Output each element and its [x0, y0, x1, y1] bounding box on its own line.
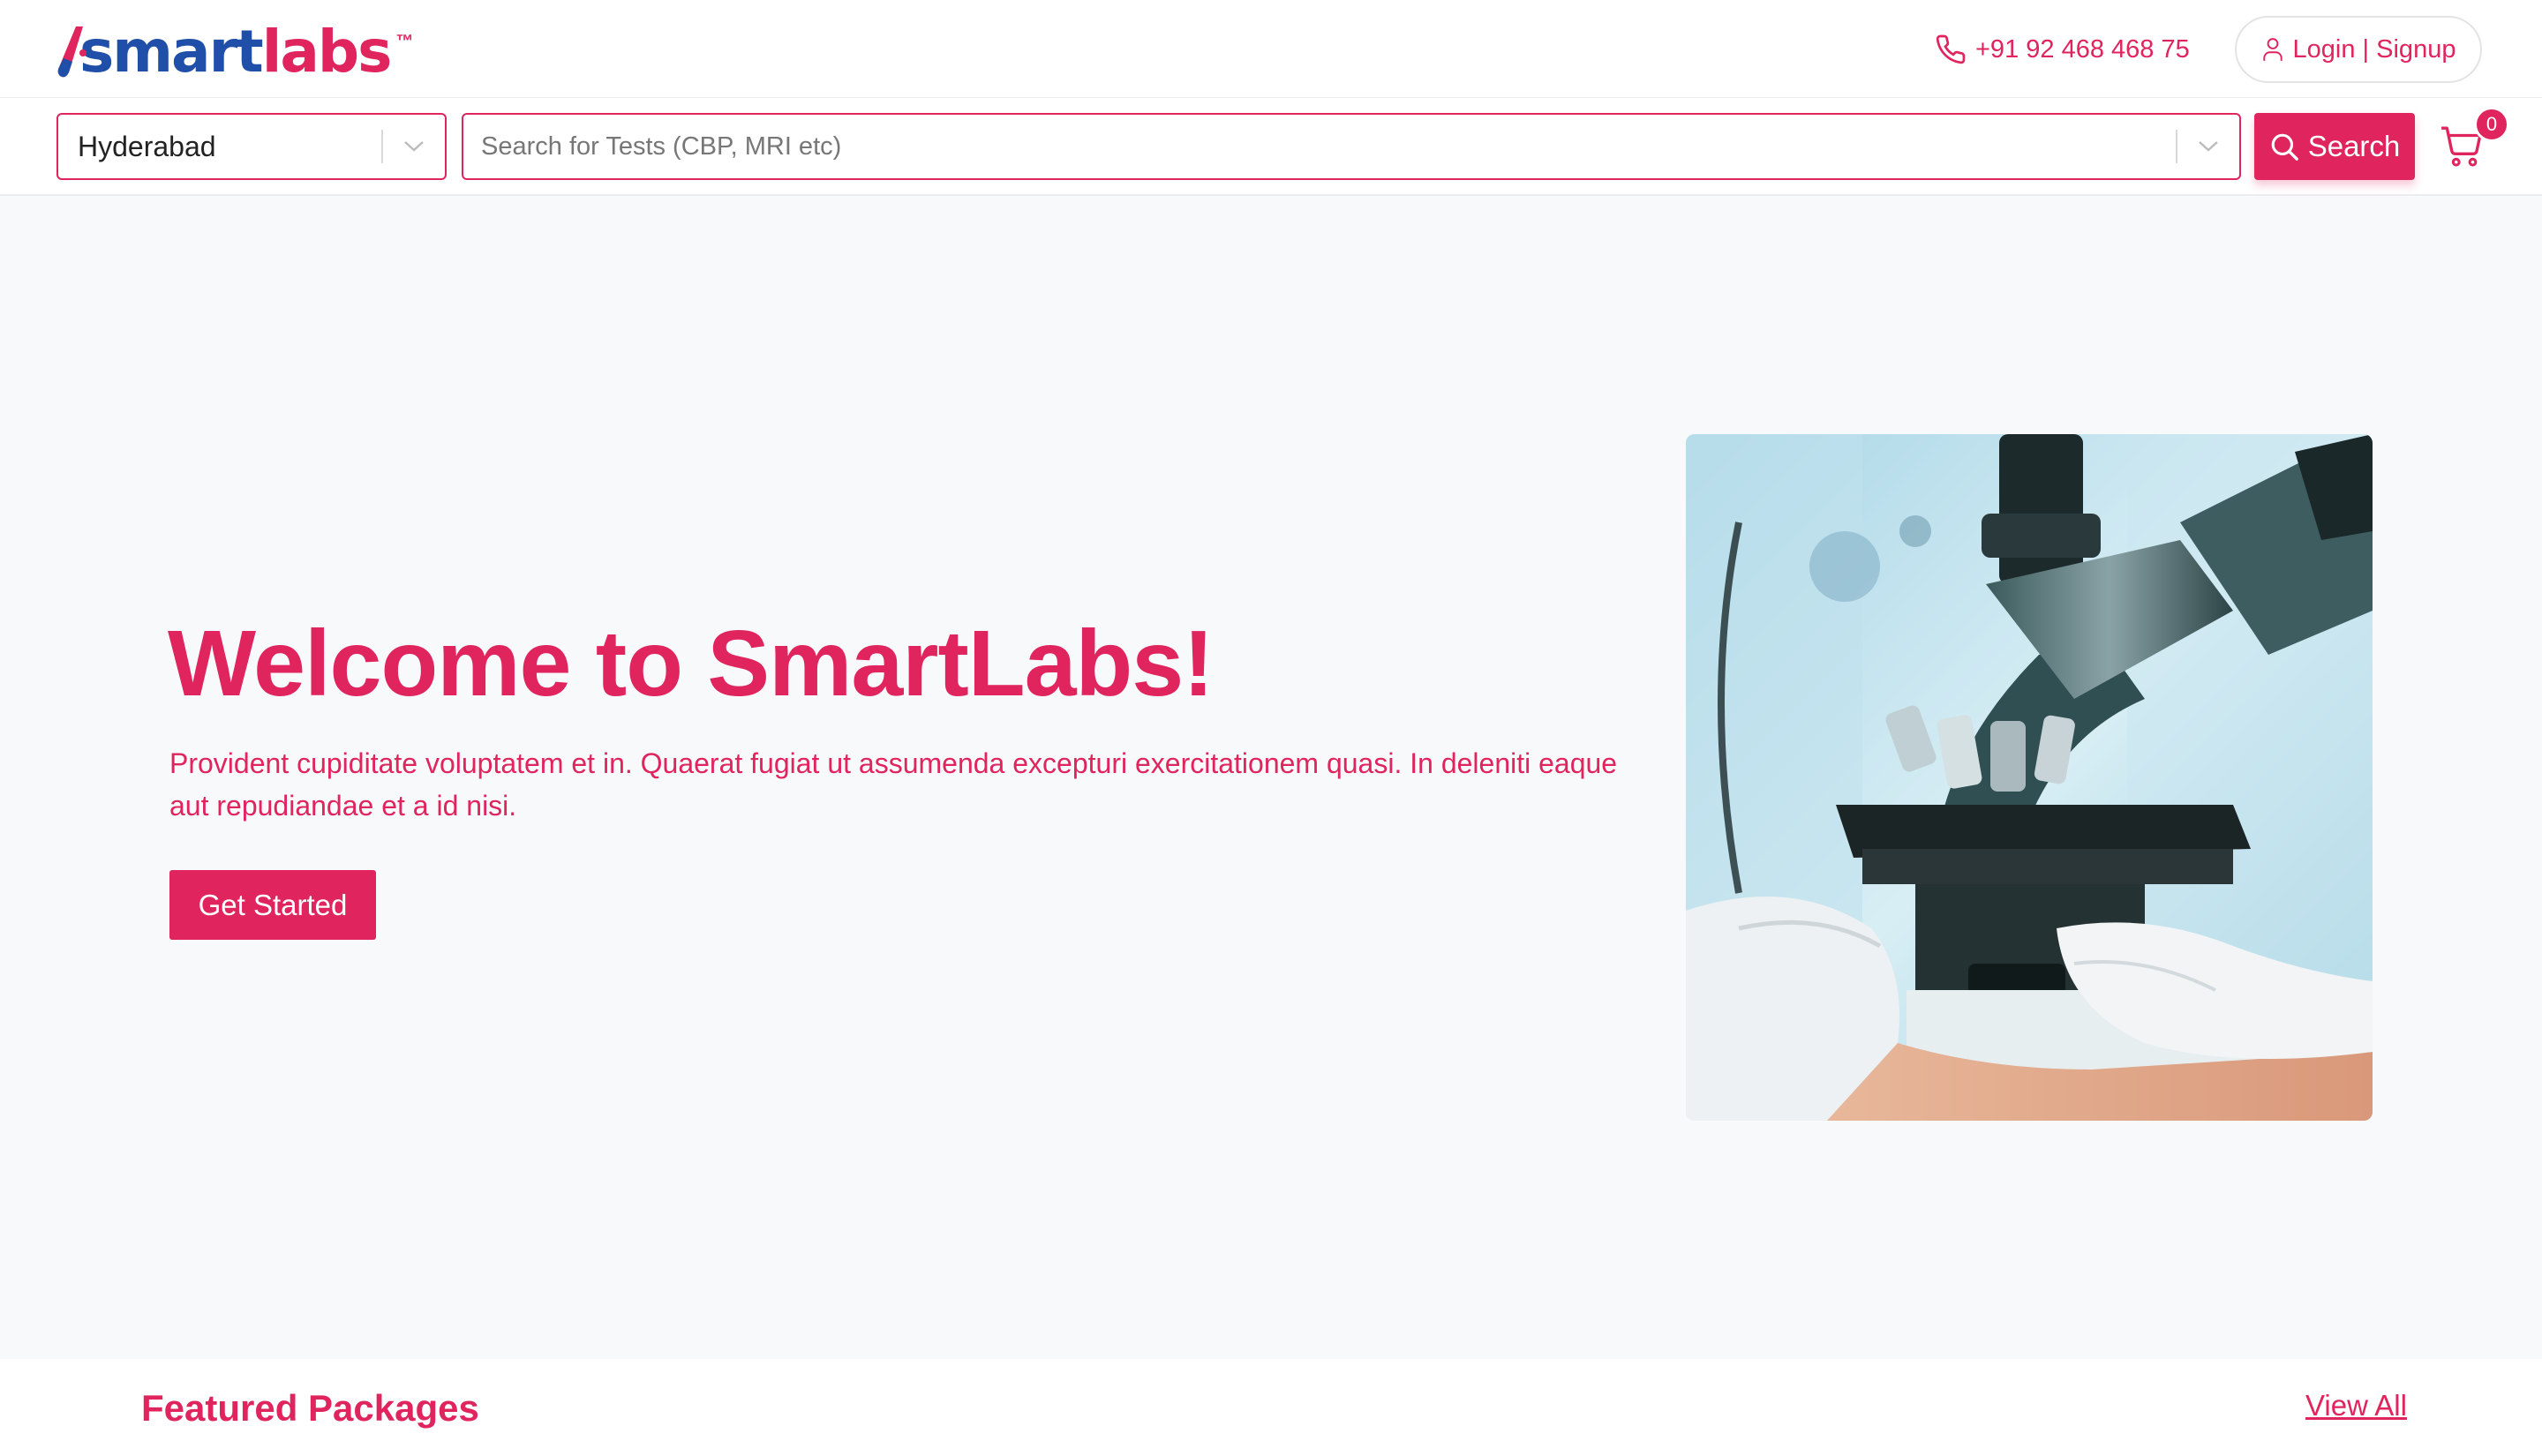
top-header: smart labs ™ +91 92 468 468 75 Login | S…: [0, 0, 2542, 98]
test-search-field[interactable]: [462, 113, 2241, 180]
search-icon: [2271, 133, 2298, 161]
smartlabs-logo[interactable]: smart labs ™: [56, 19, 413, 81]
logo-tube-icon: [57, 26, 86, 78]
hero-section: Welcome to SmartLabs! Provident cupidita…: [0, 196, 2542, 1359]
featured-packages-section: Featured Packages View All: [0, 1359, 2542, 1456]
phone-icon: [1936, 34, 1966, 64]
view-all-link[interactable]: View All: [2305, 1389, 2407, 1422]
search-bar: Hyderabad Search: [0, 98, 2542, 196]
test-search-input[interactable]: [463, 115, 2176, 178]
microscope-photo: [1686, 434, 2373, 1121]
logo-text-labs: labs: [261, 18, 393, 86]
logo-text-smart: smart: [79, 18, 264, 86]
search-button-label: Search: [2307, 130, 2401, 162]
search-button[interactable]: Search: [2254, 113, 2415, 180]
user-icon: [2262, 38, 2283, 61]
hero-description: Provident cupiditate voluptatem et in. Q…: [169, 747, 1618, 822]
featured-packages-title: Featured Packages: [141, 1387, 479, 1429]
chevron-down-icon[interactable]: [383, 113, 445, 180]
logo-trademark: ™: [395, 32, 414, 51]
city-select[interactable]: Hyderabad: [56, 113, 447, 180]
cart-count-badge: 0: [2474, 107, 2509, 142]
login-signup-label: Login | Signup: [2292, 34, 2456, 64]
phone-link[interactable]: +91 92 468 468 75: [1935, 32, 2190, 67]
phone-number: +91 92 468 468 75: [1975, 34, 2190, 64]
chevron-down-icon[interactable]: [2177, 113, 2239, 180]
city-select-value: Hyderabad: [78, 130, 216, 162]
login-signup-button[interactable]: Login | Signup: [2235, 16, 2482, 83]
get-started-button[interactable]: Get Started: [169, 870, 376, 940]
hero-title: Welcome to SmartLabs!: [168, 612, 1215, 716]
